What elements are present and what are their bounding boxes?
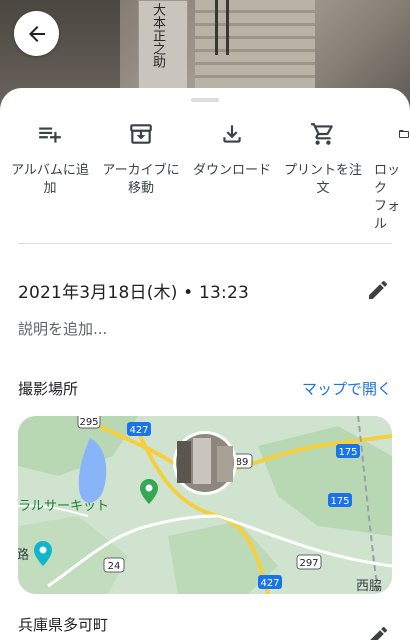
download-icon (223, 125, 241, 143)
open-in-maps-link[interactable]: マップで開く (302, 378, 392, 399)
route-297: 297 (296, 554, 322, 570)
archive-button[interactable]: アーカイブに 移動 (95, 120, 187, 198)
route-295: 295 (77, 416, 101, 429)
order-print-button[interactable]: プリントを注 文 (277, 120, 369, 198)
download-label: ダウンロード (192, 163, 271, 178)
pencil-icon (370, 626, 388, 640)
action-row: アルバムに追 加 アーカイブに 移動 ダウンロード プリントを注 文 ロック フ… (0, 120, 410, 232)
map-graphic: 295 427 89 175 175 297 24 427 ラルサーキット 路 … (18, 416, 392, 594)
photo-railing (215, 0, 229, 55)
map-label-road: 路 (18, 547, 29, 563)
svg-text:175: 175 (330, 496, 349, 507)
sheet-drag-handle[interactable] (191, 98, 219, 102)
locked-folder-button[interactable]: ロック フォル (368, 120, 410, 234)
info-sheet: アルバムに追 加 アーカイブに 移動 ダウンロード プリントを注 文 ロック フ… (0, 88, 410, 640)
location-section-title: 撮影場所 (18, 380, 79, 398)
map-label-nishiwaki: 西脇 (356, 579, 382, 594)
location-map[interactable]: 295 427 89 175 175 297 24 427 ラルサーキット 路 … (18, 416, 392, 594)
svg-text:175: 175 (338, 447, 357, 458)
map-label-circuit: ラルサーキット (18, 499, 109, 514)
route-427-top: 427 (127, 422, 151, 436)
playlist-add-icon (39, 127, 61, 143)
description-input[interactable]: 説明を追加... (18, 318, 107, 339)
edit-location-button[interactable] (366, 624, 390, 640)
add-to-album-label: アルバムに追 加 (11, 163, 89, 196)
svg-text:295: 295 (79, 417, 98, 428)
edit-datetime-button[interactable] (366, 278, 390, 302)
photo-stone-marker: 大本正之助 (138, 0, 188, 95)
add-to-album-button[interactable]: アルバムに追 加 (4, 120, 96, 198)
svg-text:427: 427 (129, 425, 148, 436)
svg-text:24: 24 (108, 561, 121, 572)
photo-datetime: 2021年3月18日(木) • 13:23 (18, 283, 250, 303)
pencil-icon (369, 280, 388, 299)
archive-icon (130, 124, 152, 144)
order-print-label: プリントを注 文 (283, 163, 362, 196)
route-24: 24 (103, 557, 125, 573)
place-name: 兵庫県多可町 (18, 616, 109, 634)
download-button[interactable]: ダウンロード (186, 120, 278, 180)
svg-text:427: 427 (260, 578, 279, 589)
arrow-left-icon (28, 25, 45, 42)
back-button[interactable] (14, 11, 59, 56)
locked-folder-label: ロック フォル (374, 163, 401, 232)
route-175-lower: 175 (328, 493, 352, 507)
lock-folder-icon (399, 130, 409, 138)
archive-label: アーカイブに 移動 (102, 163, 180, 196)
svg-text:297: 297 (299, 558, 318, 569)
cart-icon (311, 123, 333, 145)
route-175-upper: 175 (336, 444, 360, 458)
photo-location-marker[interactable] (173, 431, 237, 495)
route-427-bottom: 427 (258, 575, 282, 589)
svg-text:89: 89 (236, 457, 249, 468)
divider (18, 243, 392, 244)
